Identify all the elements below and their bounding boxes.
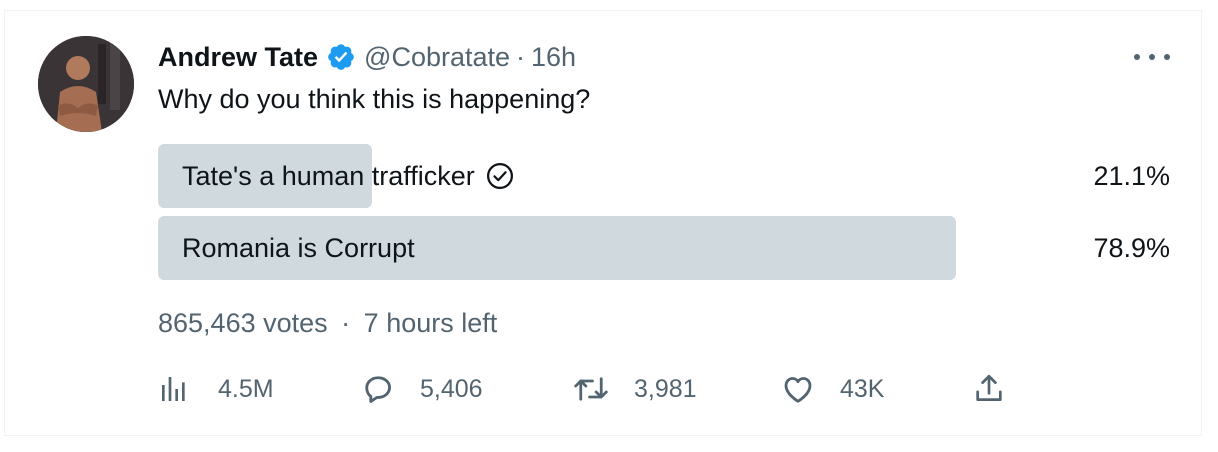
poll-option-label-wrap: Romania is Corrupt (182, 216, 415, 280)
action-bar: 4.5M 5,406 3,981 43K (158, 368, 1018, 410)
timestamp[interactable]: 16h (531, 42, 576, 73)
poll-meta: 865,463 votes · 7 hours left (158, 308, 497, 339)
retweet-button[interactable]: 3,981 (572, 368, 697, 410)
poll-option-1: Tate's a human trafficker 21.1% (158, 144, 1170, 208)
vote-count: 865,463 votes (158, 308, 328, 338)
poll-option-label-wrap: Tate's a human trafficker (182, 144, 515, 208)
retweet-count: 3,981 (634, 374, 697, 403)
reply-button[interactable]: 5,406 (360, 368, 483, 410)
tweet-text: Why do you think this is happening? (158, 84, 591, 114)
check-circle-icon (485, 161, 515, 191)
views-count: 4.5M (218, 374, 274, 403)
reply-count: 5,406 (420, 374, 483, 403)
share-button[interactable] (972, 368, 1006, 410)
poll-option-percent: 78.9% (1093, 232, 1170, 263)
poll-option-percent: 21.1% (1093, 160, 1170, 191)
heart-icon (780, 371, 816, 407)
author-name[interactable]: Andrew Tate (158, 42, 318, 73)
author-handle[interactable]: @Cobratate (364, 42, 510, 73)
avatar-photo (38, 36, 134, 132)
avatar[interactable] (38, 36, 134, 132)
separator: · (341, 308, 351, 338)
views-icon (158, 373, 190, 405)
poll-option-label: Tate's a human trafficker (182, 160, 475, 191)
views-button[interactable]: 4.5M (158, 368, 274, 410)
time-left: 7 hours left (363, 308, 498, 338)
separator: · (516, 41, 526, 72)
poll-option-2: Romania is Corrupt 78.9% (158, 216, 1170, 280)
verified-badge-icon (326, 42, 356, 72)
tweet-header: Andrew Tate @Cobratate · 16h (158, 40, 576, 74)
poll-option-label: Romania is Corrupt (182, 232, 415, 263)
more-icon[interactable] (1134, 50, 1170, 64)
retweet-icon (572, 371, 610, 407)
share-icon (972, 371, 1006, 407)
reply-icon (360, 371, 396, 407)
like-count: 43K (840, 374, 885, 403)
like-button[interactable]: 43K (780, 368, 884, 410)
